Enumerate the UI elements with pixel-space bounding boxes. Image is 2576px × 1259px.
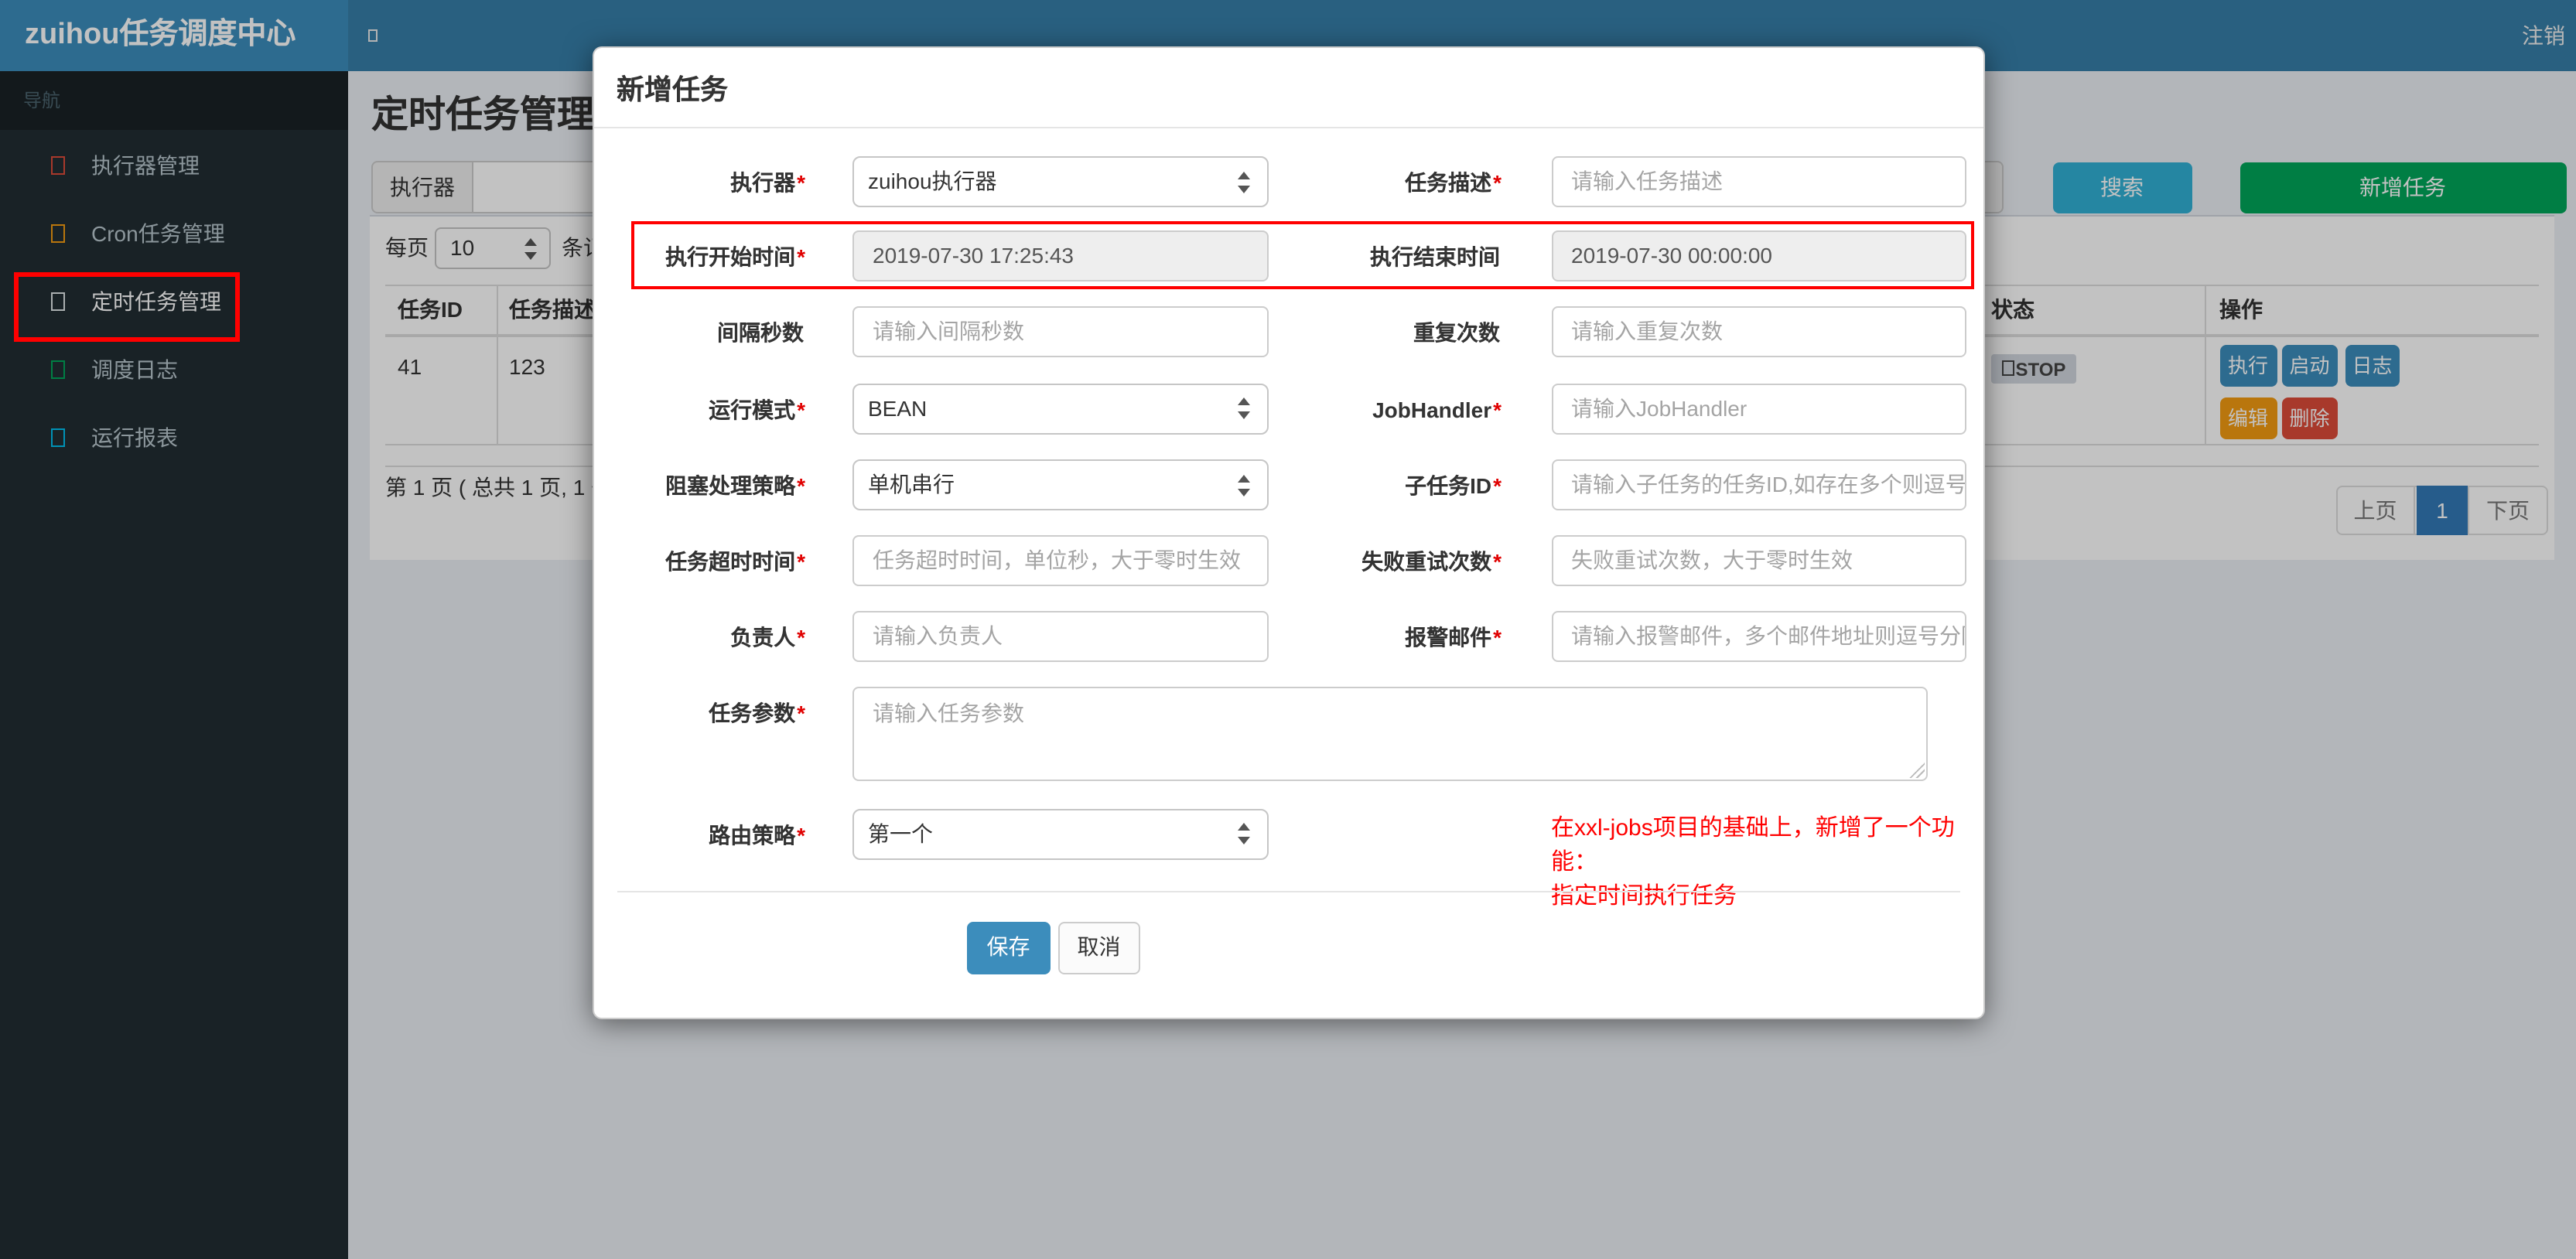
routestrategy-label: 路由策略 bbox=[709, 822, 796, 847]
repeat-label: 重复次数 bbox=[1413, 320, 1500, 345]
modal-header: 新增任务 bbox=[593, 48, 1983, 128]
annotation-timerow-rect bbox=[630, 220, 1974, 288]
jobhandler-input[interactable]: 请输入JobHandler bbox=[1551, 383, 1966, 434]
retry-input[interactable]: 失败重试次数，大于零时生效 bbox=[1551, 535, 1966, 586]
modal-title: 新增任务 bbox=[617, 74, 728, 105]
cancel-button[interactable]: 取消 bbox=[1057, 922, 1140, 974]
jobparam-label: 任务参数 bbox=[709, 700, 796, 725]
resize-handle[interactable] bbox=[1909, 763, 1925, 778]
timeout-label: 任务超时时间 bbox=[665, 549, 796, 574]
add-job-modal: 新增任务 执行器 * zuihou执行器 任务描述 * 请输入任务描述 执行开始时间… bbox=[592, 46, 1984, 1019]
runmode-label: 运行模式 bbox=[709, 397, 796, 421]
owner-label: 负责人 bbox=[730, 625, 796, 650]
childjob-label: 子任务ID bbox=[1405, 473, 1492, 498]
jobparam-textarea[interactable]: 请输入任务参数 bbox=[852, 686, 1928, 781]
jobdesc-input[interactable]: 请输入任务描述 bbox=[1551, 156, 1966, 207]
jobdesc-label: 任务描述 bbox=[1405, 170, 1492, 195]
routestrategy-select[interactable]: 第一个 bbox=[852, 808, 1269, 859]
blockstrategy-select[interactable]: 单机串行 bbox=[852, 459, 1269, 510]
childjob-input[interactable]: 请输入子任务的任务ID,如存在多个则逗号分隔 bbox=[1551, 459, 1966, 510]
jobhandler-label: JobHandler bbox=[1372, 397, 1492, 421]
annotation-sidebar-rect bbox=[14, 272, 240, 341]
save-button[interactable]: 保存 bbox=[967, 922, 1050, 974]
timeout-input[interactable]: 任务超时时间，单位秒，大于零时生效 bbox=[852, 535, 1269, 586]
blockstrategy-label: 阻塞处理策略 bbox=[665, 473, 796, 498]
repeat-input[interactable]: 请输入重复次数 bbox=[1551, 306, 1966, 357]
retry-label: 失败重试次数 bbox=[1361, 549, 1492, 574]
modal-divider bbox=[617, 890, 1959, 892]
alarmemail-label: 报警邮件 bbox=[1405, 625, 1492, 650]
modal-note: 在xxl-jobs项目的基础上，新增了一个功能： 指定时间执行任务 bbox=[1551, 815, 1955, 909]
owner-input[interactable]: 请输入负责人 bbox=[852, 611, 1269, 662]
executor-label: 执行器 bbox=[730, 170, 796, 195]
executor-select[interactable]: zuihou执行器 bbox=[852, 156, 1269, 207]
alarmemail-input[interactable]: 请输入报警邮件，多个邮件地址则逗号分隔 bbox=[1551, 611, 1966, 662]
interval-label: 间隔秒数 bbox=[717, 320, 804, 345]
interval-input[interactable]: 请输入间隔秒数 bbox=[852, 306, 1269, 357]
runmode-select[interactable]: BEAN bbox=[852, 383, 1269, 434]
viewport: zuihou任务调度中心 注销 导航 执行器管理 Cron任务管理 定时任务管理… bbox=[0, 0, 2576, 1259]
app-root: zuihou任务调度中心 注销 导航 执行器管理 Cron任务管理 定时任务管理… bbox=[0, 0, 2576, 1259]
